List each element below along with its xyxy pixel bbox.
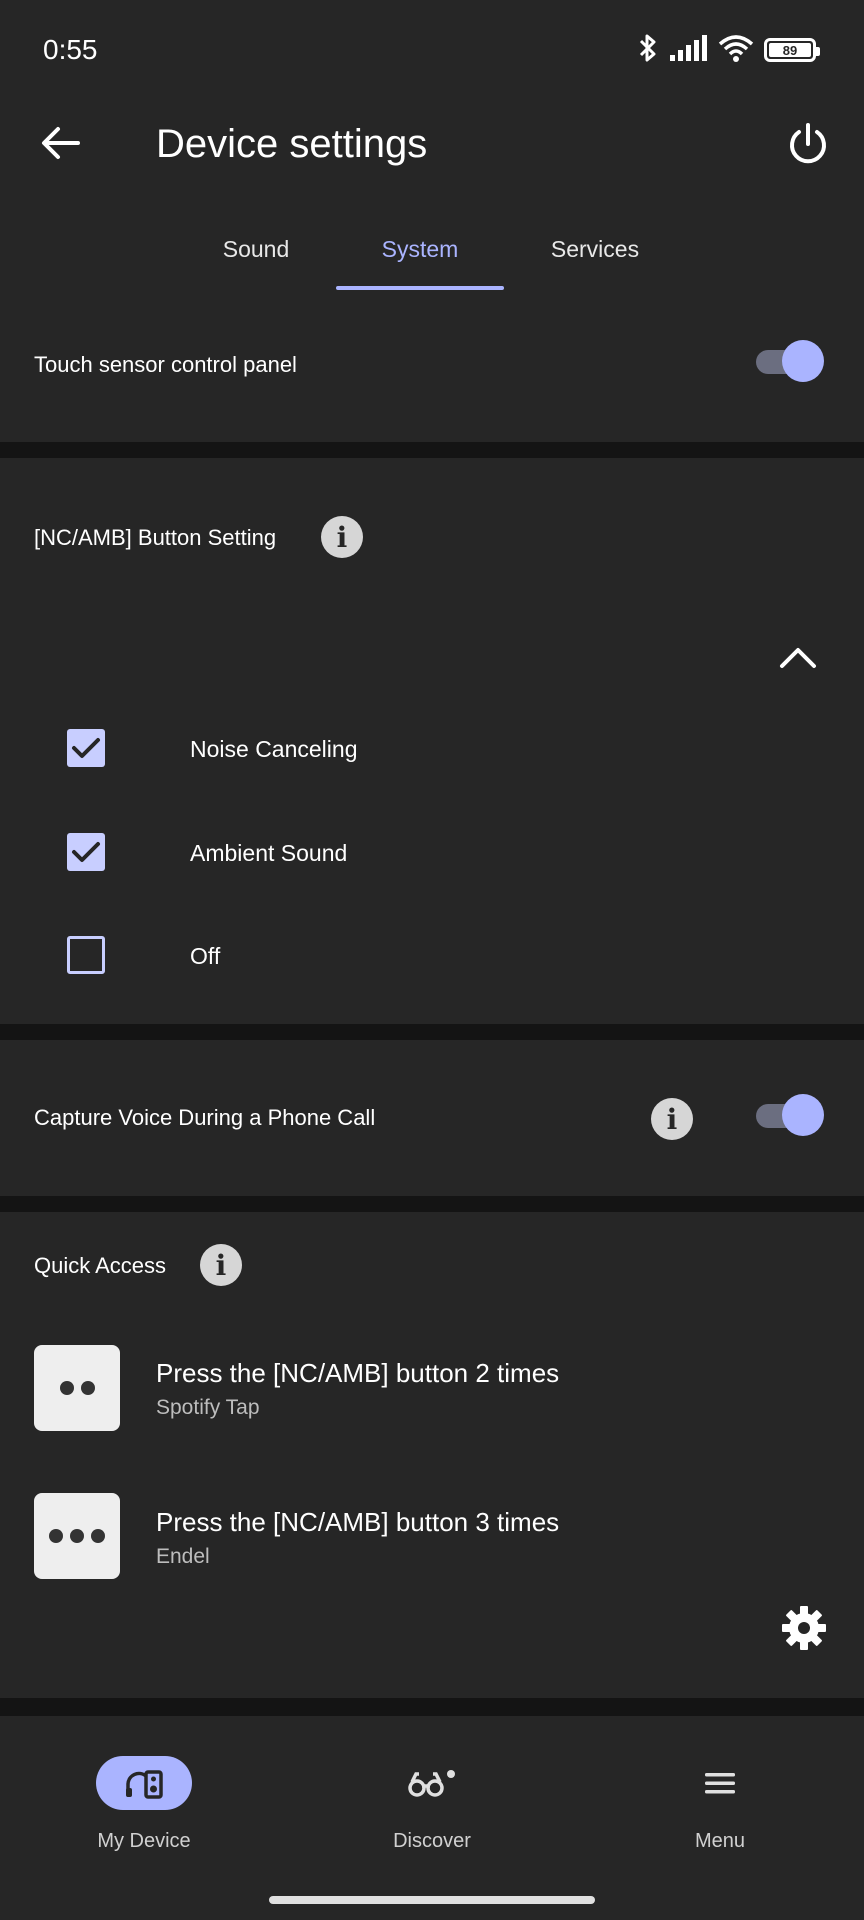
battery-level: 89 <box>782 42 798 58</box>
noise-canceling-checkbox[interactable] <box>67 729 105 767</box>
quick-access-item-subtitle: Endel <box>156 1545 210 1568</box>
section-divider <box>0 1196 864 1212</box>
nav-label-my-device: My Device <box>97 1830 191 1852</box>
page-title: Device settings <box>156 122 428 166</box>
nav-my-device[interactable]: My Device <box>44 1756 244 1853</box>
nav-menu[interactable]: Menu <box>620 1756 820 1853</box>
quick-access-settings-button[interactable] <box>776 1602 832 1658</box>
home-indicator[interactable] <box>269 1896 595 1904</box>
bottom-navigation: My Device Discover Menu <box>0 1716 864 1920</box>
info-icon[interactable]: i <box>321 516 363 558</box>
status-bar: 0:55 89 <box>0 0 864 100</box>
touch-sensor-card: Touch sensor control panel <box>0 296 864 442</box>
info-icon[interactable]: i <box>651 1098 693 1140</box>
status-icons: 89 <box>636 30 820 70</box>
nav-label-menu: Menu <box>694 1830 746 1852</box>
tab-services[interactable]: Services <box>530 236 660 263</box>
section-divider <box>0 1024 864 1040</box>
signal-icon <box>670 34 708 66</box>
section-divider <box>0 1698 864 1716</box>
gear-icon <box>780 1604 828 1657</box>
tab-bar: Sound System Services <box>0 218 864 292</box>
quick-access-item-title[interactable]: Press the [NC/AMB] button 2 times <box>156 1358 559 1389</box>
app-bar: Device settings <box>0 100 864 190</box>
two-dots-icon[interactable] <box>34 1345 120 1431</box>
tab-system[interactable]: System <box>360 236 480 263</box>
active-tab-indicator <box>336 286 504 290</box>
battery-icon: 89 <box>764 38 820 62</box>
off-label: Off <box>190 943 221 969</box>
capture-voice-toggle[interactable] <box>752 1094 824 1136</box>
back-button[interactable] <box>30 118 90 172</box>
nc-amb-setting-card: [NC/AMB] Button Setting i Noise Cancelin… <box>0 458 864 1024</box>
nav-discover[interactable]: Discover <box>332 1756 532 1853</box>
hamburger-menu-icon <box>672 1756 768 1810</box>
chevron-up-icon[interactable] <box>775 634 821 680</box>
wifi-icon <box>718 34 754 67</box>
nc-amb-setting-label: [NC/AMB] Button Setting <box>34 525 277 550</box>
quick-access-item-subtitle: Spotify Tap <box>156 1396 260 1419</box>
capture-voice-label: Capture Voice During a Phone Call <box>34 1105 376 1130</box>
bluetooth-icon <box>636 33 660 68</box>
tab-sound[interactable]: Sound <box>196 236 316 263</box>
ambient-sound-checkbox[interactable] <box>67 833 105 871</box>
three-dots-icon[interactable] <box>34 1493 120 1579</box>
nav-label-discover: Discover <box>393 1830 471 1852</box>
status-time: 0:55 <box>43 34 98 65</box>
section-divider <box>0 442 864 458</box>
quick-access-label: Quick Access <box>34 1253 167 1278</box>
headphones-device-icon <box>96 1756 192 1810</box>
quick-access-item-title[interactable]: Press the [NC/AMB] button 3 times <box>156 1507 559 1538</box>
touch-sensor-label: Touch sensor control panel <box>34 352 297 377</box>
binoculars-icon <box>384 1756 480 1810</box>
info-icon[interactable]: i <box>200 1244 242 1286</box>
power-button[interactable] <box>778 116 838 176</box>
ambient-sound-label: Ambient Sound <box>190 840 348 866</box>
off-checkbox[interactable] <box>67 936 105 974</box>
capture-voice-card: Capture Voice During a Phone Call i <box>0 1040 864 1196</box>
quick-access-card: Quick Access i Press the [NC/AMB] button… <box>0 1212 864 1698</box>
power-icon <box>786 122 830 171</box>
arrow-left-icon <box>40 126 80 165</box>
touch-sensor-toggle[interactable] <box>752 340 824 382</box>
noise-canceling-label: Noise Canceling <box>190 736 358 762</box>
